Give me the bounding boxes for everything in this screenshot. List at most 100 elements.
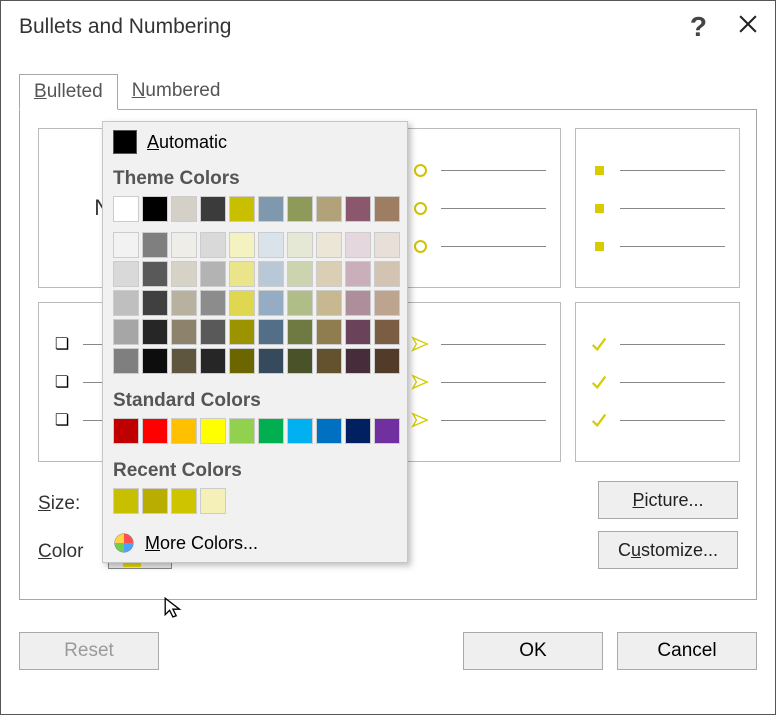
color-swatch[interactable]	[113, 196, 139, 222]
bullet-tile-check[interactable]	[575, 302, 740, 462]
recent-colors-heading: Recent Colors	[103, 454, 407, 484]
color-swatch[interactable]	[287, 232, 313, 258]
tab-bulleted[interactable]: Bulleted	[19, 74, 118, 110]
color-swatch[interactable]	[171, 232, 197, 258]
size-label: Size:	[38, 493, 108, 515]
color-swatch[interactable]	[113, 261, 139, 287]
color-swatch[interactable]	[142, 196, 168, 222]
standard-color-row	[103, 414, 407, 454]
color-swatch[interactable]	[142, 319, 168, 345]
bullet-tile-square[interactable]	[575, 128, 740, 288]
color-swatch[interactable]	[258, 232, 284, 258]
color-swatch[interactable]	[374, 319, 400, 345]
color-swatch[interactable]	[171, 261, 197, 287]
color-swatch[interactable]	[345, 290, 371, 316]
color-label: Color	[38, 541, 108, 563]
color-swatch[interactable]	[229, 319, 255, 345]
cancel-button[interactable]: Cancel	[617, 632, 757, 670]
help-icon[interactable]: ?	[690, 11, 707, 43]
color-swatch[interactable]	[113, 232, 139, 258]
color-swatch[interactable]	[258, 261, 284, 287]
color-swatch[interactable]	[171, 319, 197, 345]
color-swatch[interactable]	[171, 418, 197, 444]
close-icon[interactable]	[739, 15, 757, 39]
color-swatch[interactable]	[287, 319, 313, 345]
color-swatch[interactable]	[200, 196, 226, 222]
color-swatch[interactable]	[142, 418, 168, 444]
theme-shades-grid	[103, 232, 407, 384]
color-swatch[interactable]	[229, 418, 255, 444]
more-colors-item[interactable]: More Colors...	[103, 524, 407, 562]
color-swatch[interactable]	[171, 196, 197, 222]
color-swatch[interactable]	[113, 319, 139, 345]
color-swatch[interactable]	[229, 261, 255, 287]
color-swatch[interactable]	[142, 348, 168, 374]
color-swatch[interactable]	[316, 232, 342, 258]
color-swatch[interactable]	[316, 290, 342, 316]
color-swatch[interactable]	[258, 290, 284, 316]
color-swatch[interactable]	[287, 348, 313, 374]
color-swatch[interactable]	[200, 232, 226, 258]
color-swatch[interactable]	[142, 232, 168, 258]
color-swatch[interactable]	[374, 348, 400, 374]
tab-numbered[interactable]: Numbered	[118, 74, 235, 110]
color-swatch[interactable]	[200, 319, 226, 345]
color-swatch[interactable]	[229, 232, 255, 258]
color-swatch[interactable]	[113, 418, 139, 444]
color-swatch[interactable]	[171, 488, 197, 514]
recent-color-row	[103, 484, 407, 524]
color-swatch[interactable]	[345, 261, 371, 287]
color-swatch[interactable]	[113, 348, 139, 374]
color-swatch[interactable]	[200, 488, 226, 514]
mouse-cursor-icon	[163, 596, 185, 623]
color-swatch[interactable]	[258, 196, 284, 222]
color-swatch[interactable]	[316, 418, 342, 444]
color-swatch[interactable]	[374, 196, 400, 222]
color-swatch[interactable]	[345, 348, 371, 374]
color-swatch[interactable]	[229, 290, 255, 316]
color-swatch[interactable]	[171, 290, 197, 316]
color-swatch[interactable]	[200, 418, 226, 444]
color-swatch[interactable]	[374, 418, 400, 444]
color-swatch[interactable]	[200, 290, 226, 316]
dialog-title: Bullets and Numbering	[19, 15, 690, 39]
color-swatch[interactable]	[316, 196, 342, 222]
customize-button[interactable]: Customize...	[598, 531, 738, 569]
color-swatch[interactable]	[142, 290, 168, 316]
picture-button[interactable]: Picture...	[598, 481, 738, 519]
color-swatch[interactable]	[374, 232, 400, 258]
color-swatch[interactable]	[374, 290, 400, 316]
color-swatch[interactable]	[258, 418, 284, 444]
color-swatch[interactable]	[345, 319, 371, 345]
color-swatch[interactable]	[316, 319, 342, 345]
color-swatch[interactable]	[229, 348, 255, 374]
color-swatch[interactable]	[200, 348, 226, 374]
color-swatch[interactable]	[113, 290, 139, 316]
color-swatch[interactable]	[258, 319, 284, 345]
color-swatch[interactable]	[345, 418, 371, 444]
color-swatch[interactable]	[316, 348, 342, 374]
standard-colors-heading: Standard Colors	[103, 384, 407, 414]
color-swatch[interactable]	[113, 488, 139, 514]
automatic-color-item[interactable]: Automatic	[103, 122, 407, 162]
bullet-tile-hollow-circle[interactable]	[396, 128, 561, 288]
color-swatch[interactable]	[287, 418, 313, 444]
color-swatch[interactable]	[287, 196, 313, 222]
color-swatch[interactable]	[287, 290, 313, 316]
color-swatch[interactable]	[345, 232, 371, 258]
color-swatch[interactable]	[142, 261, 168, 287]
bullet-tile-arrow[interactable]	[396, 302, 561, 462]
theme-colors-heading: Theme Colors	[103, 162, 407, 192]
color-swatch[interactable]	[142, 488, 168, 514]
color-swatch[interactable]	[200, 261, 226, 287]
color-swatch[interactable]	[374, 261, 400, 287]
reset-button: Reset	[19, 632, 159, 670]
color-swatch[interactable]	[287, 261, 313, 287]
color-picker-popup: Automatic Theme Colors Standard Colors R…	[102, 121, 408, 563]
color-swatch[interactable]	[258, 348, 284, 374]
color-swatch[interactable]	[171, 348, 197, 374]
ok-button[interactable]: OK	[463, 632, 603, 670]
color-swatch[interactable]	[316, 261, 342, 287]
color-swatch[interactable]	[229, 196, 255, 222]
color-swatch[interactable]	[345, 196, 371, 222]
